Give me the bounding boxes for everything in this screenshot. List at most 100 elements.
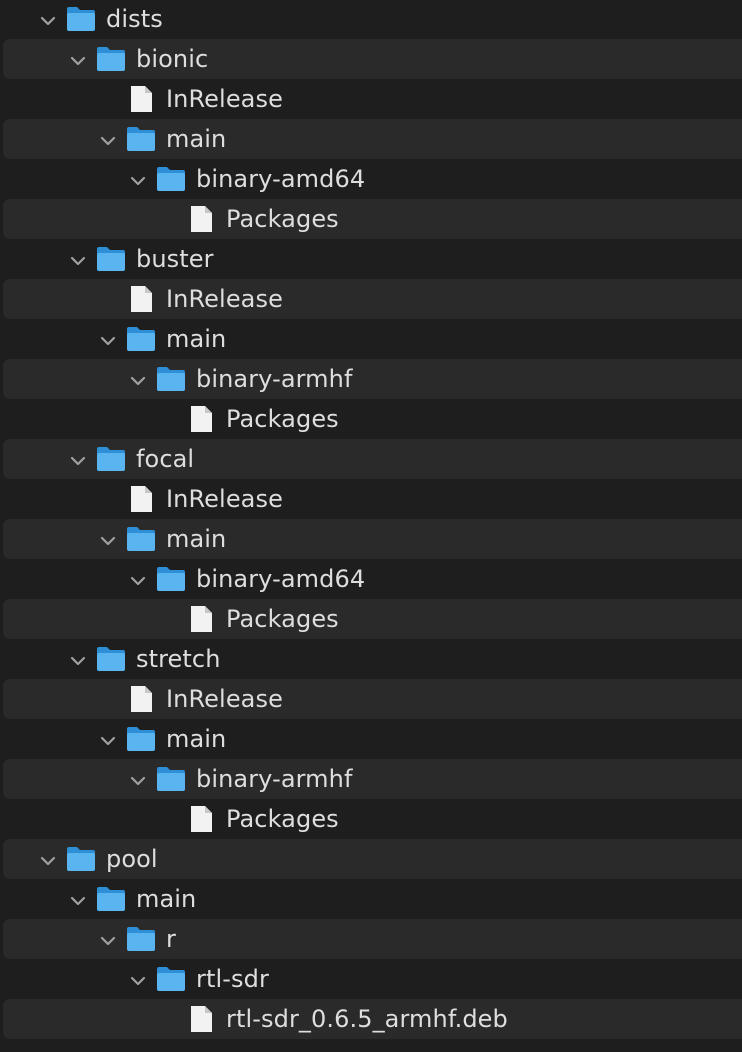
item-label: InRelease: [166, 285, 283, 313]
item-label: Packages: [226, 605, 339, 633]
folder-icon: [66, 5, 96, 33]
folder-row-focal[interactable]: focal: [0, 439, 742, 479]
file-row-packages[interactable]: Packages: [0, 399, 742, 439]
file-tree: dists bionic InRelease main binary-amd64 Pack…: [0, 0, 742, 1052]
item-label: rtl-sdr: [196, 965, 269, 993]
folder-row-dists[interactable]: dists: [0, 0, 742, 39]
item-label: dists: [106, 5, 163, 33]
folder-icon: [156, 965, 186, 993]
item-label: binary-armhf: [196, 365, 353, 393]
file-row-inrelease[interactable]: InRelease: [0, 79, 742, 119]
item-label: r: [166, 925, 176, 953]
item-label: rtl-sdr_0.6.5_armhf.deb: [226, 1005, 508, 1033]
file-icon: [186, 405, 216, 433]
chevron-down-icon[interactable]: [128, 369, 148, 389]
folder-icon: [96, 245, 126, 273]
folder-icon: [126, 725, 156, 753]
item-label: Packages: [226, 405, 339, 433]
folder-row-rtl-sdr[interactable]: rtl-sdr: [0, 959, 742, 999]
item-label: InRelease: [166, 485, 283, 513]
folder-row-main[interactable]: main: [0, 519, 742, 559]
chevron-down-icon[interactable]: [68, 49, 88, 69]
folder-icon: [126, 925, 156, 953]
file-row-inrelease[interactable]: InRelease: [0, 679, 742, 719]
file-icon: [186, 205, 216, 233]
folder-icon: [126, 525, 156, 553]
folder-row-binary-amd64[interactable]: binary-amd64: [0, 159, 742, 199]
chevron-down-icon[interactable]: [128, 769, 148, 789]
folder-icon: [96, 885, 126, 913]
chevron-down-icon[interactable]: [98, 529, 118, 549]
item-label: main: [166, 125, 227, 153]
folder-icon: [156, 765, 186, 793]
file-icon: [126, 285, 156, 313]
file-icon: [186, 605, 216, 633]
file-row-packages[interactable]: Packages: [0, 599, 742, 639]
folder-row-buster[interactable]: buster: [0, 239, 742, 279]
file-row-rtl-sdr-0-6-5-armhf-deb[interactable]: rtl-sdr_0.6.5_armhf.deb: [0, 999, 742, 1039]
folder-row-binary-amd64[interactable]: binary-amd64: [0, 559, 742, 599]
folder-row-main[interactable]: main: [0, 119, 742, 159]
folder-icon: [96, 45, 126, 73]
file-icon: [186, 805, 216, 833]
file-icon: [126, 485, 156, 513]
folder-row-binary-armhf[interactable]: binary-armhf: [0, 759, 742, 799]
file-row-packages[interactable]: Packages: [0, 799, 742, 839]
item-label: main: [166, 525, 227, 553]
item-label: main: [136, 885, 197, 913]
chevron-down-icon[interactable]: [128, 569, 148, 589]
item-label: binary-amd64: [196, 165, 366, 193]
folder-row-r[interactable]: r: [0, 919, 742, 959]
chevron-down-icon[interactable]: [98, 329, 118, 349]
folder-row-main[interactable]: main: [0, 319, 742, 359]
item-label: bionic: [136, 45, 209, 73]
chevron-down-icon[interactable]: [68, 449, 88, 469]
folder-icon: [156, 165, 186, 193]
folder-row-main[interactable]: main: [0, 879, 742, 919]
item-label: pool: [106, 845, 158, 873]
file-row-inrelease[interactable]: InRelease: [0, 479, 742, 519]
file-row-packages[interactable]: Packages: [0, 199, 742, 239]
file-icon: [126, 685, 156, 713]
folder-icon: [156, 565, 186, 593]
folder-icon: [96, 645, 126, 673]
folder-row-stretch[interactable]: stretch: [0, 639, 742, 679]
item-label: binary-amd64: [196, 565, 366, 593]
chevron-down-icon[interactable]: [128, 169, 148, 189]
chevron-down-icon[interactable]: [68, 889, 88, 909]
folder-icon: [126, 125, 156, 153]
chevron-down-icon[interactable]: [98, 129, 118, 149]
item-label: focal: [136, 445, 195, 473]
file-icon: [126, 85, 156, 113]
chevron-down-icon[interactable]: [128, 969, 148, 989]
folder-icon: [96, 445, 126, 473]
item-label: stretch: [136, 645, 221, 673]
chevron-down-icon[interactable]: [98, 929, 118, 949]
folder-row-binary-armhf[interactable]: binary-armhf: [0, 359, 742, 399]
chevron-down-icon[interactable]: [68, 649, 88, 669]
chevron-down-icon[interactable]: [38, 849, 58, 869]
chevron-down-icon[interactable]: [38, 9, 58, 29]
item-label: buster: [136, 245, 214, 273]
item-label: binary-armhf: [196, 765, 353, 793]
item-label: Packages: [226, 205, 339, 233]
folder-icon: [66, 845, 96, 873]
chevron-down-icon[interactable]: [98, 729, 118, 749]
folder-icon: [126, 325, 156, 353]
item-label: InRelease: [166, 85, 283, 113]
folder-row-pool[interactable]: pool: [0, 839, 742, 879]
chevron-down-icon[interactable]: [68, 249, 88, 269]
file-icon: [186, 1005, 216, 1033]
folder-row-bionic[interactable]: bionic: [0, 39, 742, 79]
folder-row-main[interactable]: main: [0, 719, 742, 759]
item-label: InRelease: [166, 685, 283, 713]
folder-icon: [156, 365, 186, 393]
file-row-inrelease[interactable]: InRelease: [0, 279, 742, 319]
